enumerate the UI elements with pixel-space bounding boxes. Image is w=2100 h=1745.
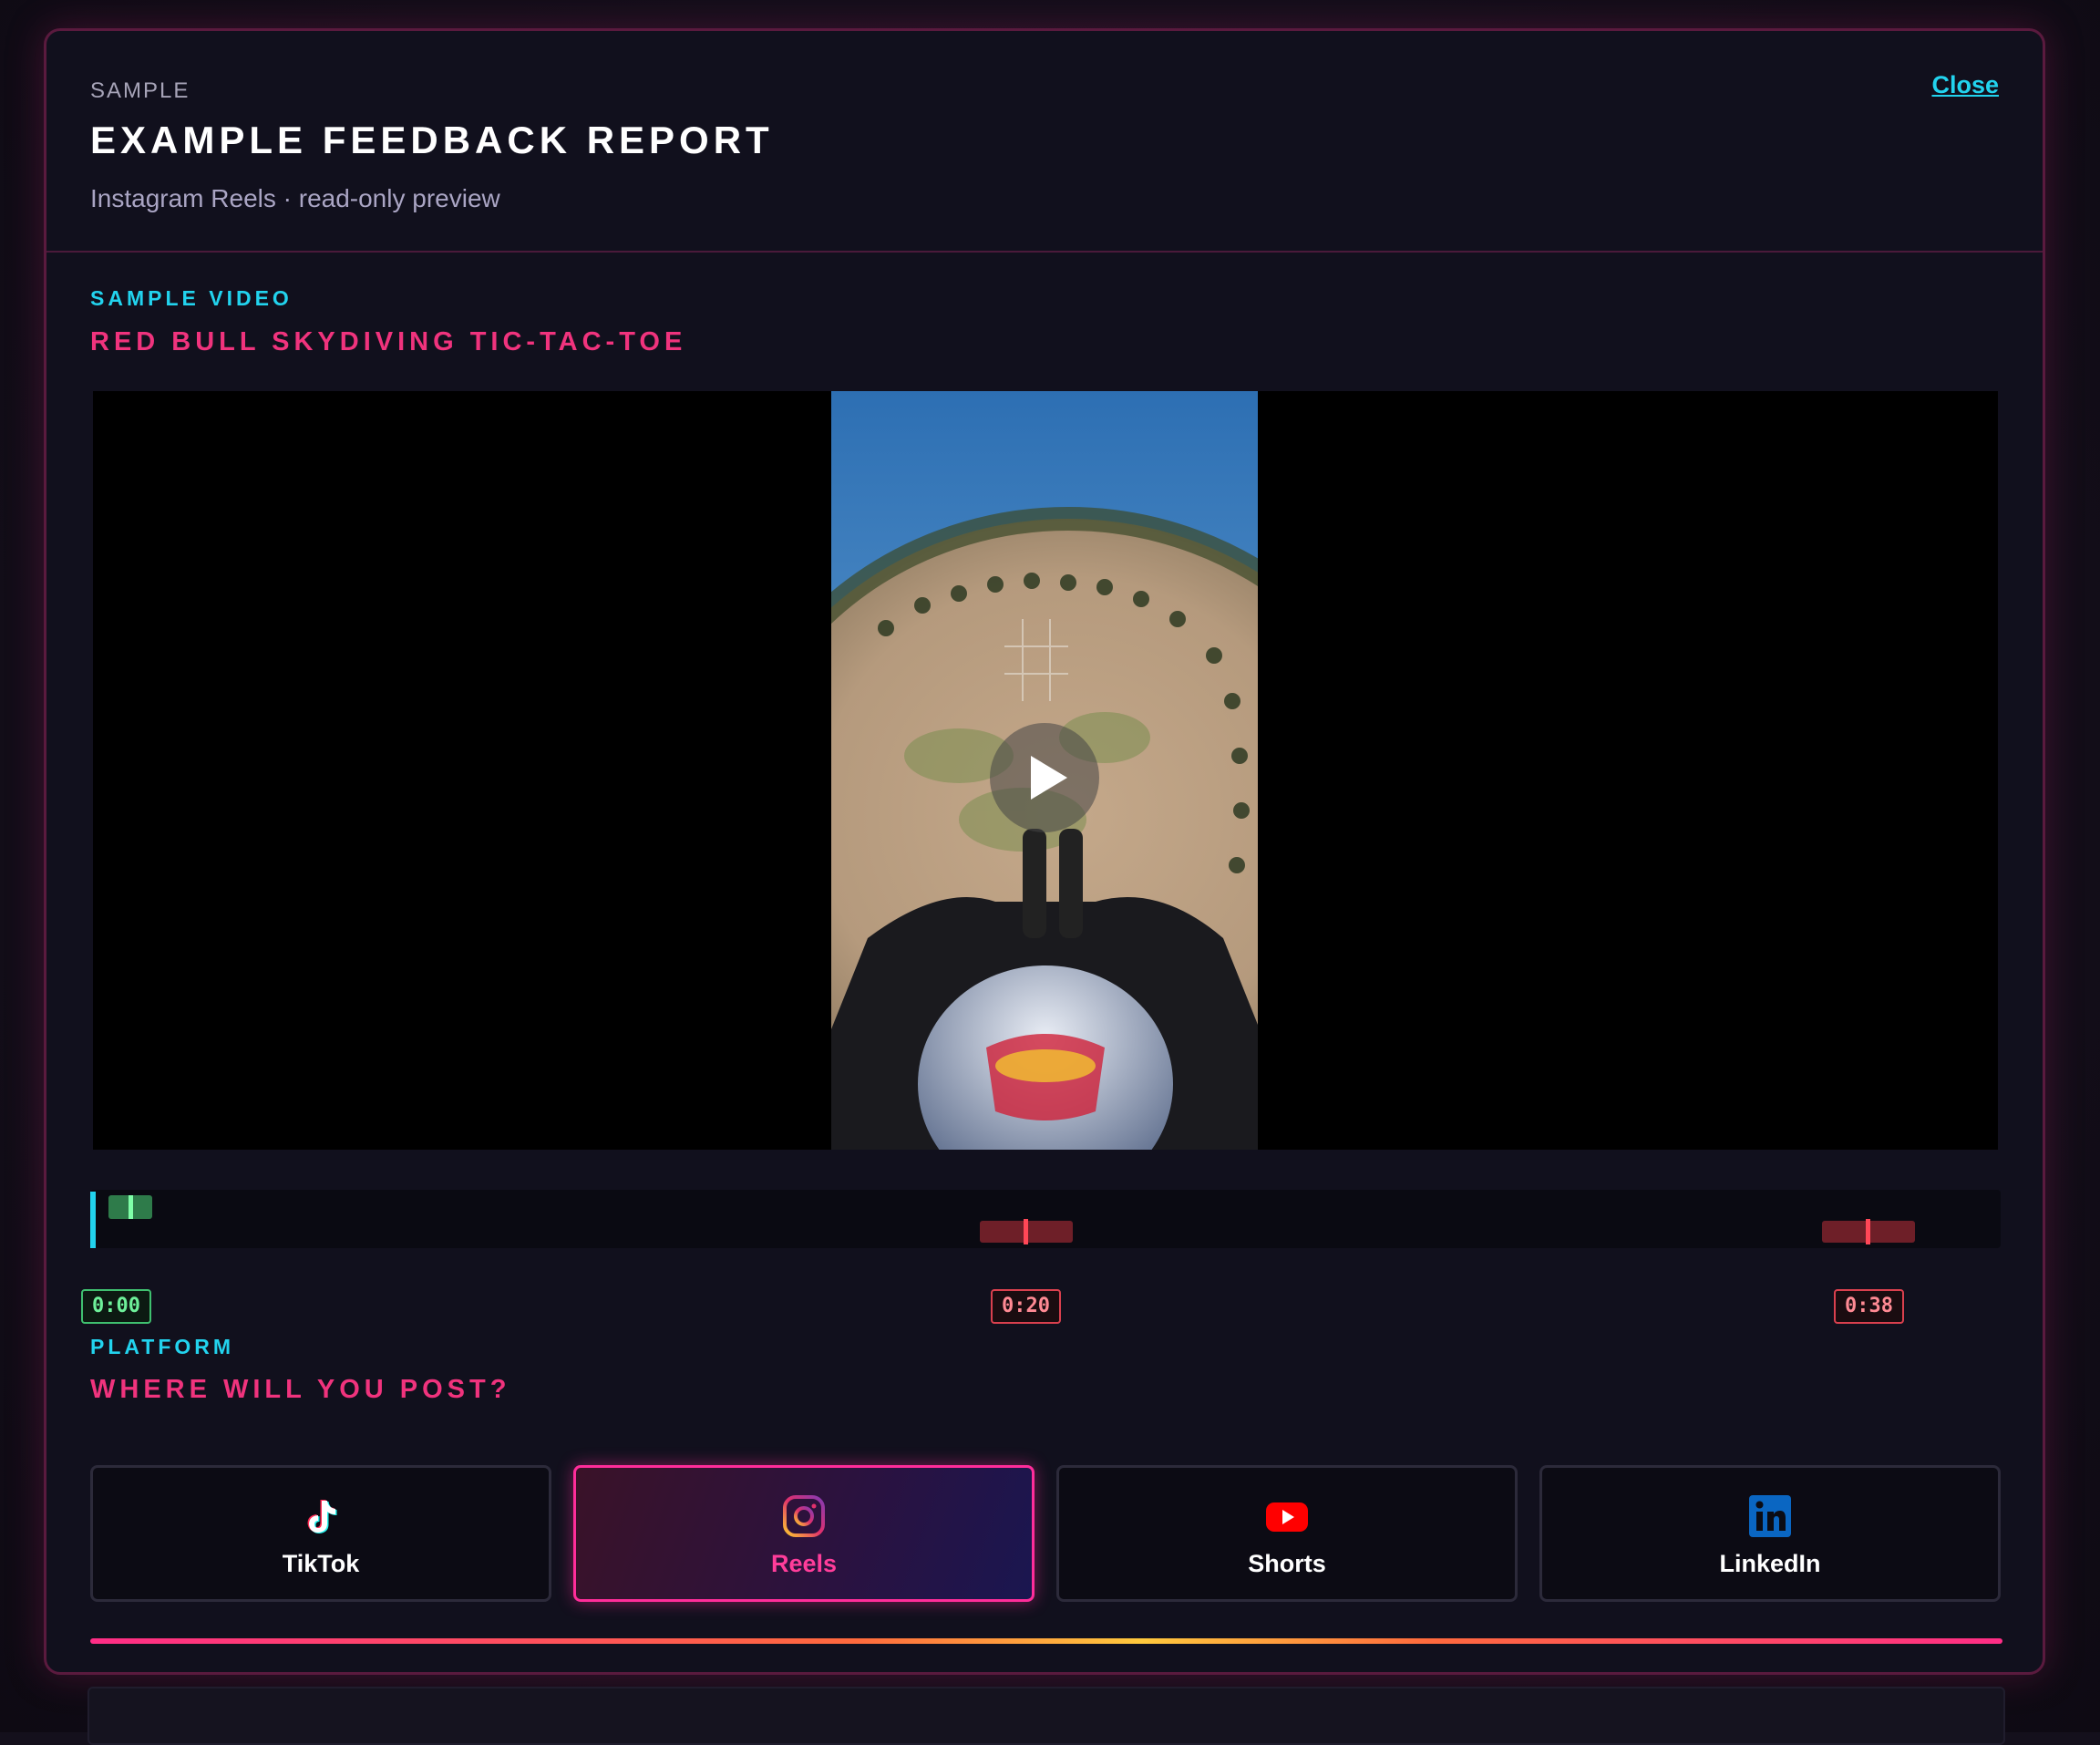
platform-option-linkedin[interactable]: LinkedIn [1539,1465,2001,1602]
background-card [88,1687,2005,1745]
platform-label: TikTok [282,1550,360,1577]
playhead[interactable] [90,1192,96,1248]
platform-section-eyebrow: PLATFORM [90,1335,235,1358]
timeline-marker-red[interactable] [1822,1219,1915,1244]
platform-label: Reels [770,1550,838,1577]
video-title: RED BULL SKYDIVING TIC-TAC-TOE [90,327,687,356]
report-title: EXAMPLE FEEDBACK REPORT [90,119,774,161]
tiktok-icon [307,1500,337,1533]
timestamp-badge[interactable]: 0:00 [81,1289,151,1324]
platform-label: LinkedIn [1719,1550,1821,1577]
platform-label: Shorts [1248,1550,1326,1577]
timestamp-badge[interactable]: 0:20 [991,1289,1061,1324]
sample-eyebrow: SAMPLE [90,78,190,103]
report-subtitle: Instagram Reels · read-only preview [90,184,500,212]
modal-header: SAMPLE EXAMPLE FEEDBACK REPORT Instagram… [46,31,2043,253]
platform-option-reels[interactable]: Reels [573,1465,1035,1602]
timeline-marker-green[interactable] [108,1195,152,1219]
gradient-divider [90,1638,2002,1644]
close-button[interactable]: Close [1931,71,1999,99]
video-section-eyebrow: SAMPLE VIDEO [90,286,293,310]
instagram-icon [783,1495,825,1537]
youtube-icon [1266,1502,1308,1532]
platform-title: WHERE WILL YOU POST? [90,1375,511,1404]
feedback-report-modal: SAMPLE EXAMPLE FEEDBACK REPORT Instagram… [44,28,2045,1675]
platform-option-tiktok[interactable]: TikTok [90,1465,551,1602]
timestamp-badge[interactable]: 0:38 [1834,1289,1904,1324]
platform-option-shorts[interactable]: Shorts [1056,1465,1518,1602]
linkedin-icon [1749,1495,1791,1537]
timeline-track[interactable] [90,1190,2001,1248]
play-icon [1031,756,1067,800]
timeline-marker-red[interactable] [980,1219,1073,1244]
play-button[interactable] [990,723,1099,832]
